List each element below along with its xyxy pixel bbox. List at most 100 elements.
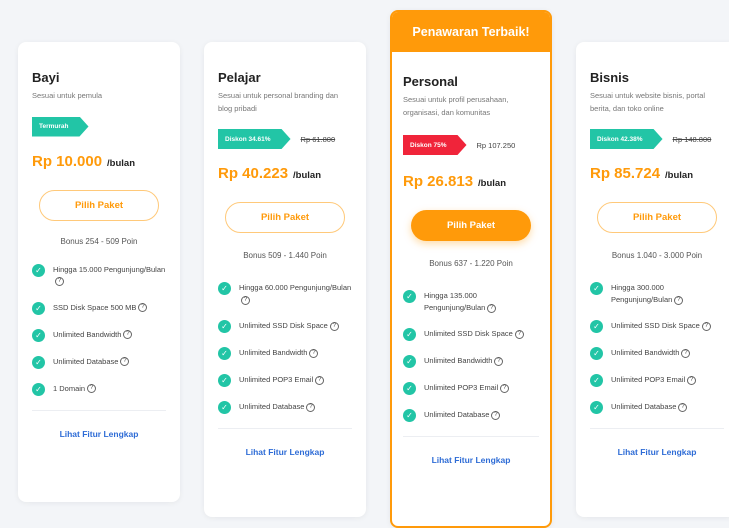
- original-price: Rp 61.800: [300, 134, 336, 144]
- bonus-points: Bonus 509 - 1.440 Poin: [243, 251, 327, 260]
- check-circle-icon: ✓: [218, 401, 231, 414]
- plan-name: Pelajar: [218, 70, 261, 85]
- plan-description: Sesuai untuk website bisnis, portal beri…: [590, 91, 706, 113]
- feature-text: Unlimited POP3 Email: [239, 375, 314, 384]
- plan-price: Rp 40.223: [218, 165, 289, 182]
- feature-text: 1 Domain: [53, 383, 86, 393]
- feature-item: ✓ Unlimited POP3 Email?: [590, 374, 724, 387]
- feature-item: ✓ Unlimited SSD Disk Space?: [403, 328, 539, 341]
- see-full-features-link[interactable]: Lihat Fitur Lengkap: [32, 429, 166, 439]
- feature-item: ✓ Unlimited Database?: [403, 409, 539, 422]
- choose-plan-button[interactable]: Pilih Paket: [225, 202, 345, 233]
- plan-card-bisnis: Bisnis Sesuai untuk website bisnis, port…: [576, 42, 729, 517]
- feature-item: ✓ Unlimited Database?: [218, 401, 352, 414]
- info-circle-icon[interactable]: ?: [494, 356, 504, 366]
- bonus-points: Bonus 1.040 - 3.000 Poin: [611, 251, 703, 260]
- info-circle-icon[interactable]: ?: [315, 375, 325, 385]
- plan-price: Rp 26.813: [403, 173, 474, 190]
- check-circle-icon: ✓: [403, 355, 416, 368]
- info-circle-icon[interactable]: ?: [306, 402, 316, 412]
- check-circle-icon: ✓: [32, 382, 45, 396]
- plan-description: Sesuai untuk personal branding dan blog …: [218, 91, 339, 113]
- feature-text: Unlimited Bandwidth: [611, 348, 680, 357]
- info-circle-icon[interactable]: ?: [500, 383, 510, 393]
- plan-card-bayi: Bayi Sesuai untuk pemula Termurah Rp 10.…: [18, 42, 180, 502]
- best-offer-ribbon: Penawaran Terbaik!: [392, 12, 550, 52]
- choose-plan-button[interactable]: Pilih Paket: [411, 210, 531, 241]
- info-circle-icon[interactable]: ?: [514, 329, 524, 339]
- plan-description: Sesuai untuk profil perusahaan, organisa…: [403, 95, 509, 117]
- check-circle-icon: ✓: [403, 382, 416, 395]
- original-price: Rp 148.800: [672, 134, 712, 144]
- check-circle-icon: ✓: [403, 290, 416, 303]
- check-circle-icon: ✓: [32, 263, 45, 277]
- see-full-features-link[interactable]: Lihat Fitur Lengkap: [403, 455, 539, 465]
- check-circle-icon: ✓: [218, 320, 231, 333]
- check-circle-icon: ✓: [32, 328, 45, 342]
- info-circle-icon[interactable]: ?: [674, 295, 684, 305]
- plan-card-pelajar: Pelajar Sesuai untuk personal branding d…: [204, 42, 366, 517]
- feature-item: ✓ Unlimited Database?: [590, 401, 724, 414]
- divider: [32, 409, 166, 411]
- info-circle-icon[interactable]: ?: [687, 375, 697, 385]
- price-period: /bulan: [478, 178, 507, 189]
- check-circle-icon: ✓: [590, 401, 603, 414]
- check-circle-icon: ✓: [403, 409, 416, 422]
- check-circle-icon: ✓: [32, 301, 45, 315]
- feature-text: Unlimited Database: [53, 356, 119, 366]
- choose-plan-button[interactable]: Pilih Paket: [39, 189, 159, 221]
- cheapest-badge: Termurah: [32, 117, 89, 137]
- feature-item: ✓ Unlimited Bandwidth?: [403, 355, 539, 368]
- info-circle-icon[interactable]: ?: [678, 402, 688, 412]
- check-circle-icon: ✓: [403, 328, 416, 341]
- plan-price: Rp 10.000: [32, 152, 103, 170]
- check-circle-icon: ✓: [590, 374, 603, 387]
- check-circle-icon: ✓: [590, 320, 603, 333]
- info-circle-icon[interactable]: ?: [309, 348, 319, 358]
- info-circle-icon[interactable]: ?: [681, 348, 691, 358]
- check-circle-icon: ✓: [590, 282, 603, 295]
- plan-name: Bisnis: [590, 70, 630, 85]
- feature-item: ✓ Unlimited POP3 Email?: [403, 382, 539, 395]
- feature-item: ✓ SSD Disk Space 500 MB?: [32, 301, 166, 315]
- price-period: /bulan: [107, 157, 136, 169]
- info-circle-icon[interactable]: ?: [120, 357, 130, 367]
- price-period: /bulan: [665, 170, 694, 181]
- feature-item: ✓ Hingga 60.000 Pengunjung/Bulan?: [218, 282, 352, 306]
- feature-item: ✓ Unlimited Bandwidth?: [32, 328, 166, 342]
- check-circle-icon: ✓: [218, 374, 231, 387]
- feature-text: Unlimited Bandwidth: [424, 356, 493, 365]
- divider: [218, 428, 352, 429]
- info-circle-icon[interactable]: ?: [487, 303, 497, 313]
- original-price: Rp 107.250: [476, 140, 516, 150]
- info-circle-icon[interactable]: ?: [87, 384, 97, 394]
- see-full-features-link[interactable]: Lihat Fitur Lengkap: [218, 447, 352, 457]
- info-circle-icon[interactable]: ?: [701, 321, 711, 331]
- feature-text: Unlimited POP3 Email: [611, 375, 686, 384]
- info-circle-icon[interactable]: ?: [329, 321, 339, 331]
- feature-item: ✓ Unlimited Bandwidth?: [218, 347, 352, 360]
- feature-text: Hingga 135.000 Pengunjung/Bulan: [424, 291, 486, 312]
- info-circle-icon[interactable]: ?: [123, 330, 133, 340]
- info-circle-icon[interactable]: ?: [138, 303, 148, 313]
- plan-card-personal: Penawaran Terbaik! Personal Sesuai untuk…: [390, 10, 552, 528]
- discount-badge: Diskon 42.38%: [590, 129, 663, 149]
- feature-item: ✓ Unlimited SSD Disk Space?: [590, 320, 724, 333]
- feature-text: Unlimited Bandwidth: [239, 348, 308, 357]
- info-circle-icon[interactable]: ?: [241, 295, 250, 305]
- info-circle-icon[interactable]: ?: [491, 410, 501, 420]
- feature-item: ✓ 1 Domain?: [32, 382, 166, 396]
- plan-name: Personal: [403, 74, 458, 89]
- feature-text: Unlimited SSD Disk Space: [611, 321, 700, 330]
- feature-item: ✓ Unlimited Bandwidth?: [590, 347, 724, 360]
- feature-text: Hingga 60.000 Pengunjung/Bulan: [239, 283, 352, 292]
- plan-name: Bayi: [32, 70, 60, 85]
- bonus-points: Bonus 254 - 509 Poin: [60, 236, 138, 246]
- see-full-features-link[interactable]: Lihat Fitur Lengkap: [590, 447, 724, 457]
- plan-price: Rp 85.724: [590, 165, 661, 182]
- feature-item: ✓ Unlimited Database?: [32, 355, 166, 369]
- choose-plan-button[interactable]: Pilih Paket: [597, 202, 717, 233]
- feature-text: Unlimited Database: [611, 402, 677, 411]
- info-circle-icon[interactable]: ?: [55, 277, 64, 287]
- feature-text: Unlimited Database: [239, 402, 305, 411]
